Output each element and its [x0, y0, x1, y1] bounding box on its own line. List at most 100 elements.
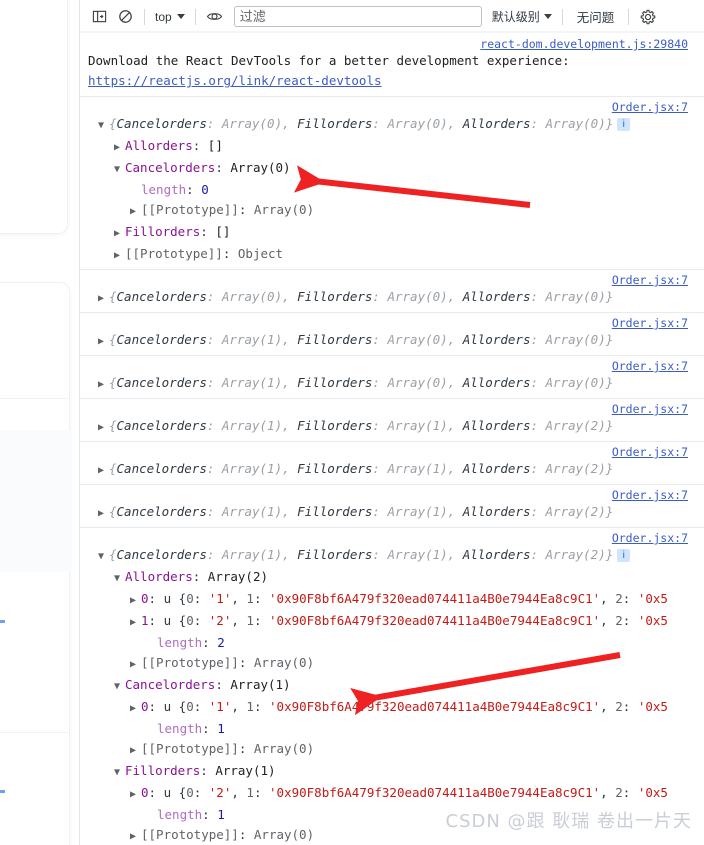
object-tree-row[interactable]: Fillorders: [] — [88, 222, 696, 244]
expand-triangle-icon[interactable] — [114, 224, 125, 244]
issues-status[interactable]: 无问题 — [569, 7, 623, 26]
object-tree-row[interactable]: [[Prototype]]: Array(0) — [88, 200, 696, 222]
message-text: Download the React DevTools for a better… — [88, 51, 696, 91]
expand-triangle-icon[interactable] — [98, 418, 109, 438]
object-preview-row[interactable]: {Cancelorders: Array(0), Fillorders: Arr… — [88, 287, 696, 309]
background-divider — [0, 732, 68, 733]
object-preview-row[interactable]: {Cancelorders: Array(0), Fillorders: Arr… — [88, 114, 696, 136]
expand-triangle-icon[interactable] — [130, 613, 141, 633]
object-tree-row[interactable]: 0: u {0: '1', 1: '0x90F8bf6A479f320ead07… — [88, 589, 696, 611]
console-log-entry[interactable]: Order.jsx:7{Cancelorders: Array(1), Fill… — [80, 313, 704, 356]
expand-triangle-icon[interactable] — [98, 289, 109, 309]
log-level-selector[interactable]: 默认级别 — [488, 8, 556, 25]
object-preview-row[interactable]: {Cancelorders: Array(1), Fillorders: Arr… — [88, 502, 696, 524]
object-tree-row[interactable]: length: 1 — [88, 719, 696, 739]
object-tree-row[interactable]: Allorders: [] — [88, 136, 696, 158]
react-devtools-link[interactable]: https://reactjs.org/link/react-devtools — [88, 73, 382, 88]
object-preview-row[interactable]: {Cancelorders: Array(1), Fillorders: Arr… — [88, 373, 696, 395]
object-tree-row[interactable]: Cancelorders: Array(1) — [88, 675, 696, 697]
source-line: Order.jsx:7 — [88, 99, 696, 114]
expand-triangle-icon[interactable] — [130, 655, 141, 675]
object-tree-row[interactable]: 1: u {0: '2', 1: '0x90F8bf6A479f320ead07… — [88, 611, 696, 633]
source-link[interactable]: Order.jsx:7 — [612, 316, 688, 330]
expand-triangle-icon[interactable] — [98, 332, 109, 352]
collapse-triangle-icon[interactable] — [98, 116, 109, 136]
console-entries: Order.jsx:7{Cancelorders: Array(0), Fill… — [80, 97, 704, 845]
expand-triangle-icon[interactable] — [130, 202, 141, 222]
source-link[interactable]: react-dom.development.js:29840 — [480, 37, 688, 51]
source-line: Order.jsx:7 — [88, 487, 696, 502]
toolbar-divider — [194, 8, 196, 25]
source-link[interactable]: Order.jsx:7 — [612, 273, 688, 287]
object-tree-row[interactable]: length: 0 — [88, 180, 696, 200]
background-inner-panel — [0, 430, 72, 572]
object-tree-row[interactable]: 0: u {0: '2', 1: '0x90F8bf6A479f320ead07… — [88, 783, 696, 805]
clear-console-icon[interactable] — [112, 5, 138, 29]
source-link[interactable]: Order.jsx:7 — [612, 488, 688, 502]
console-log-entry[interactable]: Order.jsx:7{Cancelorders: Array(0), Fill… — [80, 270, 704, 313]
source-line: Order.jsx:7 — [88, 530, 696, 545]
toolbar-divider — [144, 8, 145, 25]
source-line: Order.jsx:7 — [88, 401, 696, 416]
expand-triangle-icon[interactable] — [98, 461, 109, 481]
collapse-triangle-icon[interactable] — [114, 160, 125, 180]
object-preview-row[interactable]: {Cancelorders: Array(1), Fillorders: Arr… — [88, 330, 696, 352]
background-divider — [0, 398, 68, 399]
object-tree-row[interactable]: [[Prototype]]: Array(0) — [88, 739, 696, 761]
expand-triangle-icon[interactable] — [130, 591, 141, 611]
object-tree-row[interactable]: [[Prototype]]: Object — [88, 244, 696, 266]
console-log-entry[interactable]: Order.jsx:7{Cancelorders: Array(1), Fill… — [80, 399, 704, 442]
object-preview-row[interactable]: {Cancelorders: Array(1), Fillorders: Arr… — [88, 545, 696, 567]
filter-input[interactable] — [233, 6, 482, 27]
source-link[interactable]: Order.jsx:7 — [612, 445, 688, 459]
source-link[interactable]: Order.jsx:7 — [612, 100, 688, 114]
source-link[interactable]: Order.jsx:7 — [612, 359, 688, 373]
gear-icon[interactable] — [635, 5, 661, 29]
console-toolbar: top 默认级别 无问题 — [80, 0, 704, 33]
expand-triangle-icon[interactable] — [130, 699, 141, 719]
object-tree-row[interactable]: length: 2 — [88, 633, 696, 653]
collapse-triangle-icon[interactable] — [114, 763, 125, 783]
message-text-lead: Download the React DevTools for a better… — [88, 53, 570, 68]
console-log-entry[interactable]: Order.jsx:7{Cancelorders: Array(1), Fill… — [80, 356, 704, 399]
console-log-entry[interactable]: Order.jsx:7{Cancelorders: Array(1), Fill… — [80, 528, 704, 845]
expand-triangle-icon[interactable] — [130, 785, 141, 805]
source-line: Order.jsx:7 — [88, 444, 696, 459]
object-tree-row[interactable]: Fillorders: Array(1) — [88, 761, 696, 783]
toolbar-divider — [561, 8, 563, 25]
object-tree-row[interactable]: [[Prototype]]: Array(0) — [88, 653, 696, 675]
background-card-top — [0, 0, 68, 234]
object-preview-row[interactable]: {Cancelorders: Array(1), Fillorders: Arr… — [88, 459, 696, 481]
console-message-react-devtools: react-dom.development.js:29840 Download … — [80, 33, 704, 97]
expand-triangle-icon[interactable] — [130, 741, 141, 761]
collapse-triangle-icon[interactable] — [114, 677, 125, 697]
background-accent-dot — [0, 790, 5, 793]
collapse-triangle-icon[interactable] — [114, 569, 125, 589]
context-selector[interactable]: top — [151, 10, 189, 24]
source-line: Order.jsx:7 — [88, 315, 696, 330]
expand-triangle-icon[interactable] — [98, 375, 109, 395]
info-badge[interactable]: i — [617, 118, 631, 131]
object-tree-row[interactable]: 0: u {0: '1', 1: '0x90F8bf6A479f320ead07… — [88, 697, 696, 719]
expand-triangle-icon[interactable] — [114, 138, 125, 158]
expand-triangle-icon[interactable] — [130, 827, 141, 845]
sidebar-toggle-icon[interactable] — [86, 5, 112, 29]
console-log-entry[interactable]: Order.jsx:7{Cancelorders: Array(1), Fill… — [80, 442, 704, 485]
source-line: Order.jsx:7 — [88, 272, 696, 287]
console-log-entry[interactable]: Order.jsx:7{Cancelorders: Array(0), Fill… — [80, 97, 704, 270]
chevron-down-icon — [543, 14, 552, 19]
console-log-entry[interactable]: Order.jsx:7{Cancelorders: Array(1), Fill… — [80, 485, 704, 528]
collapse-triangle-icon[interactable] — [98, 547, 109, 567]
source-link[interactable]: Order.jsx:7 — [612, 531, 688, 545]
eye-icon[interactable] — [202, 5, 228, 29]
object-preview-row[interactable]: {Cancelorders: Array(1), Fillorders: Arr… — [88, 416, 696, 438]
object-tree-row[interactable]: Allorders: Array(2) — [88, 567, 696, 589]
object-tree-row[interactable]: Cancelorders: Array(0) — [88, 158, 696, 180]
info-badge[interactable]: i — [617, 549, 631, 562]
watermark: CSDN @跟 耿瑞 卷出一片天 — [445, 811, 692, 832]
console-log-list[interactable]: react-dom.development.js:29840 Download … — [80, 33, 704, 845]
source-link[interactable]: Order.jsx:7 — [612, 402, 688, 416]
expand-triangle-icon[interactable] — [98, 504, 109, 524]
source-line: react-dom.development.js:29840 — [88, 36, 696, 51]
expand-triangle-icon[interactable] — [114, 246, 125, 266]
